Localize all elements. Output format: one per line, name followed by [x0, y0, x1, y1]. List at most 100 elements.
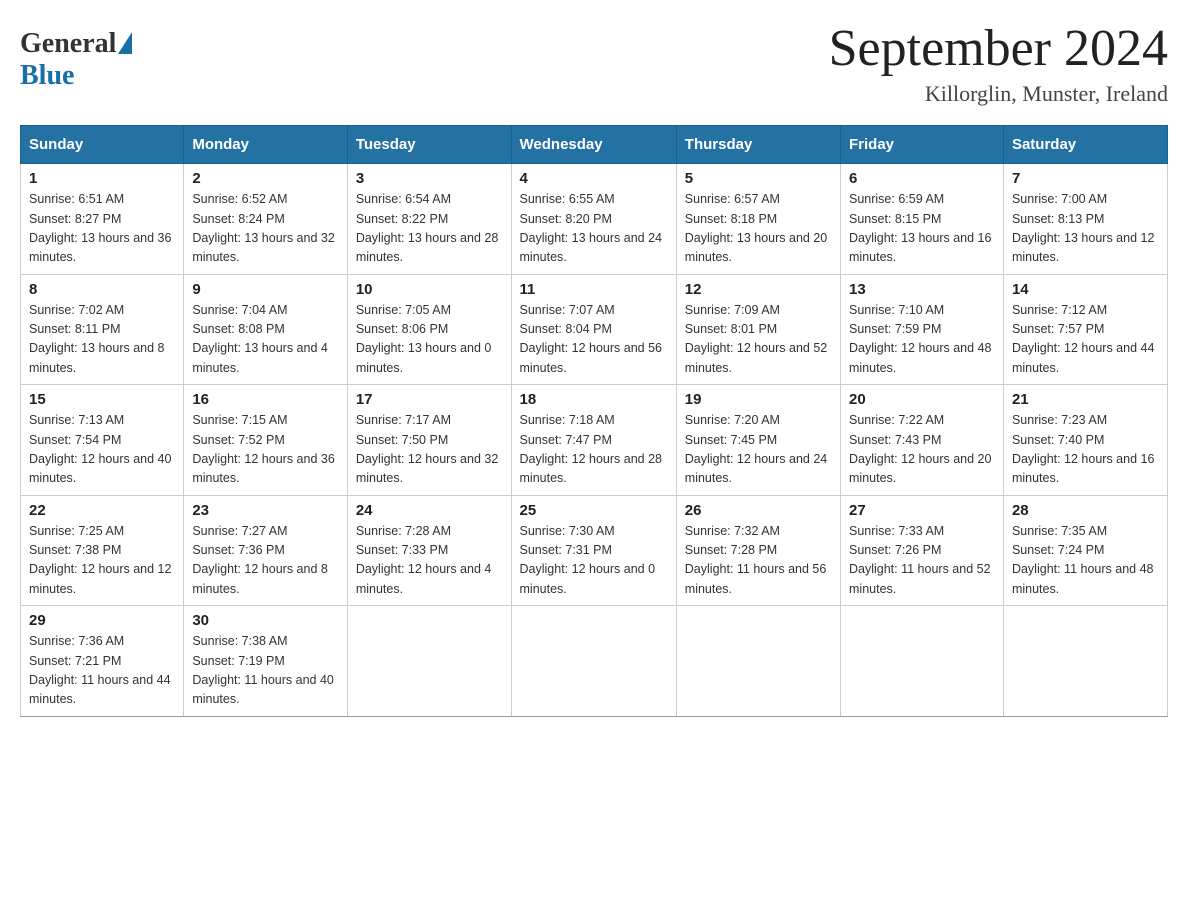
table-row: [841, 606, 1004, 717]
day-number: 15: [29, 391, 175, 408]
day-info: Sunrise: 7:00 AMSunset: 8:13 PMDaylight:…: [1012, 190, 1159, 268]
day-info: Sunrise: 7:17 AMSunset: 7:50 PMDaylight:…: [356, 411, 503, 489]
table-row: 17Sunrise: 7:17 AMSunset: 7:50 PMDayligh…: [347, 385, 511, 496]
day-number: 20: [849, 391, 995, 408]
day-number: 26: [685, 502, 832, 519]
day-info: Sunrise: 6:57 AMSunset: 8:18 PMDaylight:…: [685, 190, 832, 268]
calendar-week-row: 29 Sunrise: 7:36 AMSunset: 7:21 PMDayligh…: [21, 606, 1168, 717]
day-info: Sunrise: 7:09 AMSunset: 8:01 PMDaylight:…: [685, 301, 832, 379]
day-number: 5: [685, 170, 832, 187]
day-number: 2: [192, 170, 338, 187]
day-number: 24: [356, 502, 503, 519]
table-row: [511, 606, 676, 717]
day-number: 23: [192, 502, 338, 519]
month-title: September 2024: [829, 20, 1168, 77]
col-sunday: Sunday: [21, 126, 184, 164]
table-row: 16 Sunrise: 7:15 AMSunset: 7:52 PMDayligh…: [184, 385, 347, 496]
table-row: 1Sunrise: 6:51 AMSunset: 8:27 PMDaylight…: [21, 164, 184, 275]
table-row: 23 Sunrise: 7:27 AMSunset: 7:36 PMDayligh…: [184, 495, 347, 606]
table-row: 15 Sunrise: 7:13 AMSunset: 7:54 PMDayligh…: [21, 385, 184, 496]
day-info: Sunrise: 7:07 AMSunset: 8:04 PMDaylight:…: [520, 301, 668, 379]
day-number: 8: [29, 281, 175, 298]
logo-general-text: General: [20, 28, 116, 60]
day-number: 27: [849, 502, 995, 519]
table-row: 2 Sunrise: 6:52 AMSunset: 8:24 PMDaylight…: [184, 164, 347, 275]
day-info: Sunrise: 7:36 AMSunset: 7:21 PMDaylight:…: [29, 632, 175, 710]
logo-triangle-icon: [118, 32, 132, 54]
table-row: 4 Sunrise: 6:55 AMSunset: 8:20 PMDaylight…: [511, 164, 676, 275]
day-number: 6: [849, 170, 995, 187]
table-row: 13 Sunrise: 7:10 AMSunset: 7:59 PMDayligh…: [841, 274, 1004, 385]
calendar-week-row: 1Sunrise: 6:51 AMSunset: 8:27 PMDaylight…: [21, 164, 1168, 275]
day-info: Sunrise: 7:22 AMSunset: 7:43 PMDaylight:…: [849, 411, 995, 489]
day-number: 25: [520, 502, 668, 519]
table-row: 9 Sunrise: 7:04 AMSunset: 8:08 PMDaylight…: [184, 274, 347, 385]
col-friday: Friday: [841, 126, 1004, 164]
day-number: 10: [356, 281, 503, 298]
table-row: [676, 606, 840, 717]
day-info: Sunrise: 7:04 AMSunset: 8:08 PMDaylight:…: [192, 301, 338, 379]
day-number: 13: [849, 281, 995, 298]
calendar-header-row: Sunday Monday Tuesday Wednesday Thursday…: [21, 126, 1168, 164]
day-info: Sunrise: 7:23 AMSunset: 7:40 PMDaylight:…: [1012, 411, 1159, 489]
day-number: 18: [520, 391, 668, 408]
day-info: Sunrise: 7:10 AMSunset: 7:59 PMDaylight:…: [849, 301, 995, 379]
day-number: 28: [1012, 502, 1159, 519]
title-area: September 2024 Killorglin, Munster, Irel…: [829, 20, 1168, 107]
day-number: 14: [1012, 281, 1159, 298]
table-row: [1003, 606, 1167, 717]
calendar-week-row: 8 Sunrise: 7:02 AMSunset: 8:11 PMDaylight…: [21, 274, 1168, 385]
day-number: 11: [520, 281, 668, 298]
table-row: 21 Sunrise: 7:23 AMSunset: 7:40 PMDayligh…: [1003, 385, 1167, 496]
day-info: Sunrise: 6:52 AMSunset: 8:24 PMDaylight:…: [192, 190, 338, 268]
calendar-week-row: 15 Sunrise: 7:13 AMSunset: 7:54 PMDayligh…: [21, 385, 1168, 496]
col-thursday: Thursday: [676, 126, 840, 164]
col-saturday: Saturday: [1003, 126, 1167, 164]
table-row: 6 Sunrise: 6:59 AMSunset: 8:15 PMDaylight…: [841, 164, 1004, 275]
table-row: [347, 606, 511, 717]
table-row: 8 Sunrise: 7:02 AMSunset: 8:11 PMDaylight…: [21, 274, 184, 385]
table-row: 28 Sunrise: 7:35 AMSunset: 7:24 PMDayligh…: [1003, 495, 1167, 606]
day-info: Sunrise: 7:02 AMSunset: 8:11 PMDaylight:…: [29, 301, 175, 379]
table-row: 3 Sunrise: 6:54 AMSunset: 8:22 PMDaylight…: [347, 164, 511, 275]
day-info: Sunrise: 6:54 AMSunset: 8:22 PMDaylight:…: [356, 190, 503, 268]
day-number: 3: [356, 170, 503, 187]
table-row: 11 Sunrise: 7:07 AMSunset: 8:04 PMDayligh…: [511, 274, 676, 385]
day-info: Sunrise: 6:51 AMSunset: 8:27 PMDaylight:…: [29, 190, 175, 268]
day-info: Sunrise: 7:13 AMSunset: 7:54 PMDaylight:…: [29, 411, 175, 489]
table-row: 24 Sunrise: 7:28 AMSunset: 7:33 PMDayligh…: [347, 495, 511, 606]
day-number: 16: [192, 391, 338, 408]
day-info: Sunrise: 7:05 AMSunset: 8:06 PMDaylight:…: [356, 301, 503, 379]
day-number: 30: [192, 612, 338, 629]
table-row: 22Sunrise: 7:25 AMSunset: 7:38 PMDayligh…: [21, 495, 184, 606]
day-info: Sunrise: 7:15 AMSunset: 7:52 PMDaylight:…: [192, 411, 338, 489]
day-number: 29: [29, 612, 175, 629]
day-number: 9: [192, 281, 338, 298]
table-row: 12Sunrise: 7:09 AMSunset: 8:01 PMDayligh…: [676, 274, 840, 385]
col-tuesday: Tuesday: [347, 126, 511, 164]
day-info: Sunrise: 7:27 AMSunset: 7:36 PMDaylight:…: [192, 522, 338, 600]
table-row: 27 Sunrise: 7:33 AMSunset: 7:26 PMDayligh…: [841, 495, 1004, 606]
day-info: Sunrise: 7:28 AMSunset: 7:33 PMDaylight:…: [356, 522, 503, 600]
day-number: 19: [685, 391, 832, 408]
day-info: Sunrise: 6:55 AMSunset: 8:20 PMDaylight:…: [520, 190, 668, 268]
location-title: Killorglin, Munster, Ireland: [829, 81, 1168, 107]
table-row: 7 Sunrise: 7:00 AMSunset: 8:13 PMDaylight…: [1003, 164, 1167, 275]
table-row: 29 Sunrise: 7:36 AMSunset: 7:21 PMDayligh…: [21, 606, 184, 717]
day-info: Sunrise: 7:38 AMSunset: 7:19 PMDaylight:…: [192, 632, 338, 710]
table-row: 30 Sunrise: 7:38 AMSunset: 7:19 PMDayligh…: [184, 606, 347, 717]
day-info: Sunrise: 7:18 AMSunset: 7:47 PMDaylight:…: [520, 411, 668, 489]
day-info: Sunrise: 6:59 AMSunset: 8:15 PMDaylight:…: [849, 190, 995, 268]
table-row: 5 Sunrise: 6:57 AMSunset: 8:18 PMDaylight…: [676, 164, 840, 275]
table-row: 14Sunrise: 7:12 AMSunset: 7:57 PMDayligh…: [1003, 274, 1167, 385]
header: General Blue September 2024 Killorglin, …: [20, 20, 1168, 107]
table-row: 20 Sunrise: 7:22 AMSunset: 7:43 PMDayligh…: [841, 385, 1004, 496]
day-number: 4: [520, 170, 668, 187]
day-number: 7: [1012, 170, 1159, 187]
day-number: 22: [29, 502, 175, 519]
day-number: 21: [1012, 391, 1159, 408]
logo-blue-text: Blue: [20, 60, 74, 91]
day-info: Sunrise: 7:33 AMSunset: 7:26 PMDaylight:…: [849, 522, 995, 600]
day-info: Sunrise: 7:35 AMSunset: 7:24 PMDaylight:…: [1012, 522, 1159, 600]
table-row: 25Sunrise: 7:30 AMSunset: 7:31 PMDayligh…: [511, 495, 676, 606]
